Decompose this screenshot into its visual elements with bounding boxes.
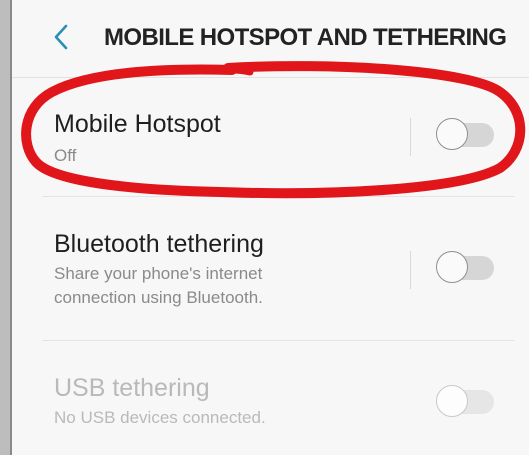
toggle-knob xyxy=(436,251,468,283)
mobile-hotspot-title: Mobile Hotspot xyxy=(54,110,221,138)
phone-frame: MOBILE HOTSPOT AND TETHERING Mobile Hots… xyxy=(0,0,529,455)
bluetooth-tethering-toggle[interactable] xyxy=(436,251,496,285)
toggle-knob xyxy=(436,118,468,150)
mobile-hotspot-status: Off xyxy=(54,146,77,165)
phone-bezel xyxy=(0,0,12,455)
bluetooth-tethering-row[interactable]: Bluetooth tethering Share your phone's i… xyxy=(12,197,529,340)
row-vertical-divider xyxy=(410,118,411,156)
back-button[interactable] xyxy=(50,22,72,52)
bluetooth-tethering-title: Bluetooth tethering xyxy=(54,230,264,258)
bluetooth-tethering-desc-line2: connection using Bluetooth. xyxy=(54,288,263,307)
mobile-hotspot-row[interactable]: Mobile Hotspot Off xyxy=(12,78,529,196)
usb-tethering-toggle[interactable] xyxy=(436,385,496,419)
page-title: MOBILE HOTSPOT AND TETHERING xyxy=(104,24,507,51)
app-bar: MOBILE HOTSPOT AND TETHERING xyxy=(12,0,529,78)
usb-tethering-row[interactable]: USB tethering No USB devices connected. xyxy=(12,341,529,455)
usb-tethering-title: USB tethering xyxy=(54,374,210,402)
usb-tethering-status: No USB devices connected. xyxy=(54,408,266,427)
bluetooth-tethering-desc-line1: Share your phone's internet xyxy=(54,264,263,283)
settings-screen: MOBILE HOTSPOT AND TETHERING Mobile Hots… xyxy=(12,0,529,455)
chevron-left-icon xyxy=(54,24,68,50)
mobile-hotspot-toggle[interactable] xyxy=(436,118,496,152)
toggle-knob xyxy=(436,385,468,417)
row-vertical-divider xyxy=(410,251,411,289)
